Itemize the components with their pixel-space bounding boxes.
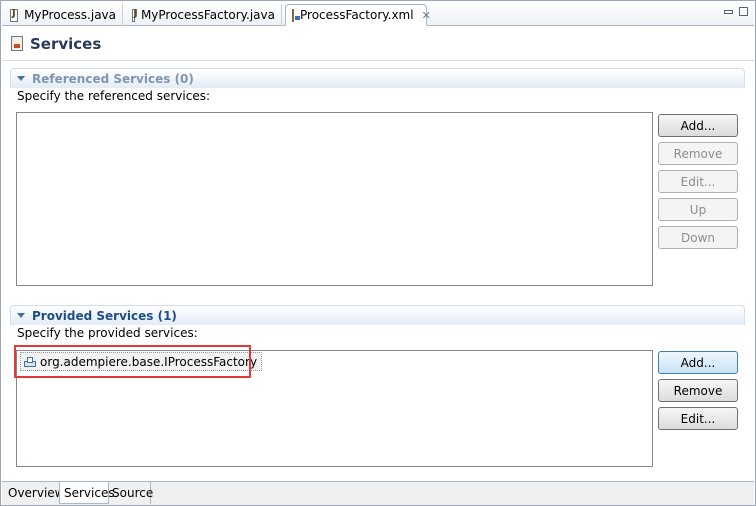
highlight-annotation [14, 345, 251, 378]
tab-services[interactable]: Services [59, 482, 115, 504]
tab-myprocessfactory-java[interactable]: MyProcessFactory.java [126, 4, 282, 26]
provided-edit-button[interactable]: Edit... [658, 407, 738, 430]
referenced-edit-button[interactable]: Edit... [658, 170, 738, 193]
minimize-icon[interactable] [724, 10, 733, 14]
section-title: Provided Services (1) [32, 308, 177, 323]
tab-label: MyProcessFactory.java [140, 8, 275, 22]
tab-source[interactable]: Source [108, 482, 153, 504]
maximize-icon[interactable] [739, 7, 748, 16]
referenced-services-list[interactable] [16, 112, 653, 286]
close-icon[interactable]: ✕ [422, 9, 431, 22]
referenced-services-section-header[interactable]: Referenced Services (0) [10, 68, 745, 88]
provided-remove-button[interactable]: Remove [658, 379, 738, 402]
collapse-toggle-icon[interactable] [17, 313, 25, 318]
tab-label: MyProcess.java [24, 8, 116, 22]
provided-add-button[interactable]: Add... [658, 351, 738, 374]
tab-label: ProcessFactory.xml [300, 8, 414, 22]
tab-processfactory-xml[interactable]: ProcessFactory.xml ✕ [285, 4, 431, 26]
referenced-remove-button[interactable]: Remove [658, 142, 738, 165]
referenced-up-button[interactable]: Up [658, 198, 738, 221]
referenced-add-button[interactable]: Add... [658, 114, 738, 137]
referenced-down-button[interactable]: Down [658, 226, 738, 249]
tab-overview[interactable]: Overview [4, 482, 65, 504]
section-title: Referenced Services (0) [32, 71, 194, 86]
provided-services-description: Specify the provided services: [17, 326, 198, 340]
form-header: Services [2, 27, 754, 61]
page-tab-bar: Overview Services Source [2, 481, 754, 505]
collapse-toggle-icon[interactable] [17, 76, 25, 81]
java-file-icon [10, 8, 19, 22]
xml-file-icon [292, 8, 300, 22]
java-file-icon [132, 8, 138, 22]
tab-myprocess-java[interactable]: MyProcess.java [4, 4, 123, 26]
provided-services-section-header[interactable]: Provided Services (1) [10, 305, 745, 325]
editor-window: MyProcess.java MyProcessFactory.java Pro… [0, 0, 756, 506]
referenced-services-description: Specify the referenced services: [17, 89, 210, 103]
page-title: Services [30, 34, 102, 53]
editor-tab-bar: MyProcess.java MyProcessFactory.java Pro… [2, 2, 754, 26]
component-definition-icon [11, 36, 23, 51]
